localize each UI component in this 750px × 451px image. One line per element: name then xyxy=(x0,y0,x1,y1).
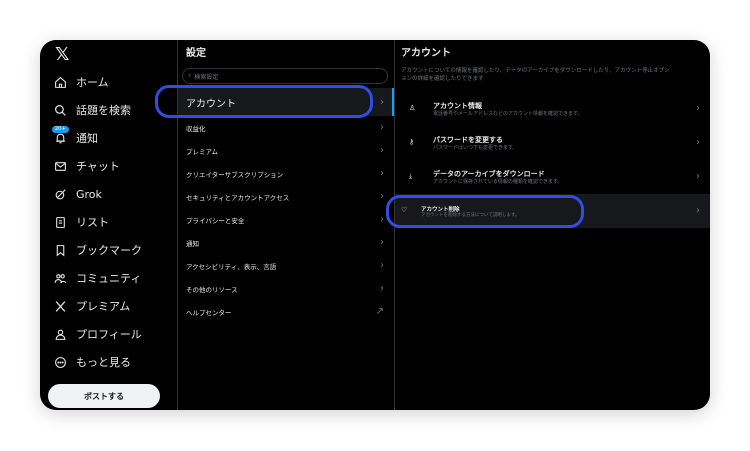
x-logo[interactable]: 𝕏 xyxy=(55,44,70,65)
nav-profile[interactable]: プロフィール xyxy=(40,320,177,348)
highlight-delete-account xyxy=(386,195,584,228)
nav-more[interactable]: もっと見る xyxy=(40,348,177,376)
nav-premium-label: プレミアム xyxy=(76,300,131,313)
nav-notifications-label: 通知 xyxy=(76,132,98,145)
mail-icon xyxy=(54,160,67,173)
nav-home-label: ホーム xyxy=(76,76,109,89)
search-icon: ⌕ xyxy=(188,72,192,79)
chevron-right-icon: › xyxy=(696,205,700,216)
chevron-right-icon: › xyxy=(380,283,384,294)
settings-item-label: プレミアム xyxy=(186,147,219,156)
list-icon xyxy=(54,216,67,229)
nav-communities[interactable]: コミュニティ xyxy=(40,264,177,292)
settings-item-resources[interactable]: その他のリソース › xyxy=(178,277,394,300)
grok-icon xyxy=(54,188,67,201)
settings-item-privacy[interactable]: プライバシーと安全 › xyxy=(178,208,394,231)
nav-premium[interactable]: プレミアム xyxy=(40,292,177,320)
post-button[interactable]: ポストする xyxy=(48,384,160,408)
settings-title: 設定 xyxy=(186,48,206,59)
search-icon xyxy=(54,104,67,117)
settings-item-label: クリエイターサブスクリプション xyxy=(186,170,284,179)
nav-chat[interactable]: チャット xyxy=(40,152,177,180)
settings-item-security[interactable]: セキュリティとアカウントアクセス › xyxy=(178,185,394,208)
chevron-right-icon: › xyxy=(380,122,384,133)
nav-chat-label: チャット xyxy=(76,160,120,173)
app-window: 𝕏 ホーム 話題を検索 20+ 通知 チャット Grok リスト ブックマーク … xyxy=(40,40,710,410)
key-icon: ⚷ xyxy=(409,138,415,146)
chevron-right-icon: › xyxy=(380,214,384,225)
settings-item-label: セキュリティとアカウントアクセス xyxy=(186,193,290,202)
nav-profile-label: プロフィール xyxy=(76,328,142,341)
settings-item-label: 通知 xyxy=(186,239,199,248)
settings-menu: アカウント › 収益化 › プレミアム › クリエイターサブスクリプション › … xyxy=(178,88,394,323)
chevron-right-icon: › xyxy=(380,260,384,271)
person-icon: ♙ xyxy=(409,104,416,112)
nav-more-label: もっと見る xyxy=(76,356,131,369)
settings-item-premium[interactable]: プレミアム › xyxy=(178,139,394,162)
nav-lists[interactable]: リスト xyxy=(40,208,177,236)
settings-item-accessibility[interactable]: アクセシビリティ、表示、言語 › xyxy=(178,254,394,277)
option-download-archive[interactable]: ⤓ データのアーカイブをダウンロード アカウントに保存されている情報の種類を確認… xyxy=(395,160,710,194)
settings-item-label: アクセシビリティ、表示、言語 xyxy=(186,262,277,271)
account-title: アカウント xyxy=(401,48,451,59)
nav-bookmarks-label: ブックマーク xyxy=(76,244,142,257)
nav-notifications[interactable]: 20+ 通知 xyxy=(40,124,177,152)
settings-item-label: ヘルプセンター xyxy=(186,308,232,317)
nav-grok[interactable]: Grok xyxy=(40,180,177,208)
account-description: アカウントについての情報を確認したり、データのアーカイブをダウンロードしたり、ア… xyxy=(401,68,670,82)
settings-item-help-center[interactable]: ヘルプセンター ↗ xyxy=(178,300,394,323)
more-icon xyxy=(54,356,67,369)
community-icon xyxy=(54,272,67,285)
option-account-info[interactable]: ♙ アカウント情報 電話番号やメールアドレスなどのアカウント情報を確認できます。… xyxy=(395,92,710,126)
settings-search-input[interactable]: ⌕ 検索設定 xyxy=(182,68,388,84)
nav-grok-label: Grok xyxy=(76,187,102,201)
chevron-right-icon: › xyxy=(380,168,384,179)
chevron-right-icon: › xyxy=(696,103,700,114)
chevron-right-icon: › xyxy=(380,237,384,248)
external-link-icon: ↗ xyxy=(375,306,384,317)
x-icon xyxy=(54,300,67,313)
nav-lists-label: リスト xyxy=(76,216,109,229)
nav-communities-label: コミュニティ xyxy=(76,272,142,285)
settings-item-label: 収益化 xyxy=(186,124,206,133)
option-subtitle: 電話番号やメールアドレスなどのアカウント情報を確認できます。 xyxy=(433,111,583,117)
bookmark-icon xyxy=(54,244,67,257)
search-placeholder: 検索設定 xyxy=(194,73,219,81)
settings-item-label: その他のリソース xyxy=(186,285,238,294)
highlight-account-menu xyxy=(155,85,373,118)
nav-explore-label: 話題を検索 xyxy=(76,104,131,117)
chevron-right-icon: › xyxy=(380,145,384,156)
active-indicator xyxy=(392,88,394,116)
option-subtitle: アカウントに保存されている情報の種類を確認できます。 xyxy=(433,179,563,185)
option-change-password[interactable]: ⚷ パスワードを変更する パスワードはいつでも変更できます。 › xyxy=(395,126,710,160)
settings-item-monetization[interactable]: 収益化 › xyxy=(178,116,394,139)
settings-item-creator-subscriptions[interactable]: クリエイターサブスクリプション › xyxy=(178,162,394,185)
settings-item-label: プライバシーと安全 xyxy=(186,216,245,225)
main-nav: ホーム 話題を検索 20+ 通知 チャット Grok リスト ブックマーク コミ… xyxy=(40,68,177,376)
notification-badge: 20+ xyxy=(52,126,69,133)
home-icon xyxy=(54,76,67,89)
bell-icon xyxy=(54,132,67,145)
chevron-right-icon: › xyxy=(696,171,700,182)
person-icon xyxy=(54,328,67,341)
chevron-right-icon: › xyxy=(380,191,384,202)
nav-bookmarks[interactable]: ブックマーク xyxy=(40,236,177,264)
chevron-right-icon: › xyxy=(696,137,700,148)
download-icon: ⤓ xyxy=(409,172,413,180)
chevron-right-icon: › xyxy=(380,96,384,108)
settings-item-notifications[interactable]: 通知 › xyxy=(178,231,394,254)
option-subtitle: パスワードはいつでも変更できます。 xyxy=(433,145,518,151)
